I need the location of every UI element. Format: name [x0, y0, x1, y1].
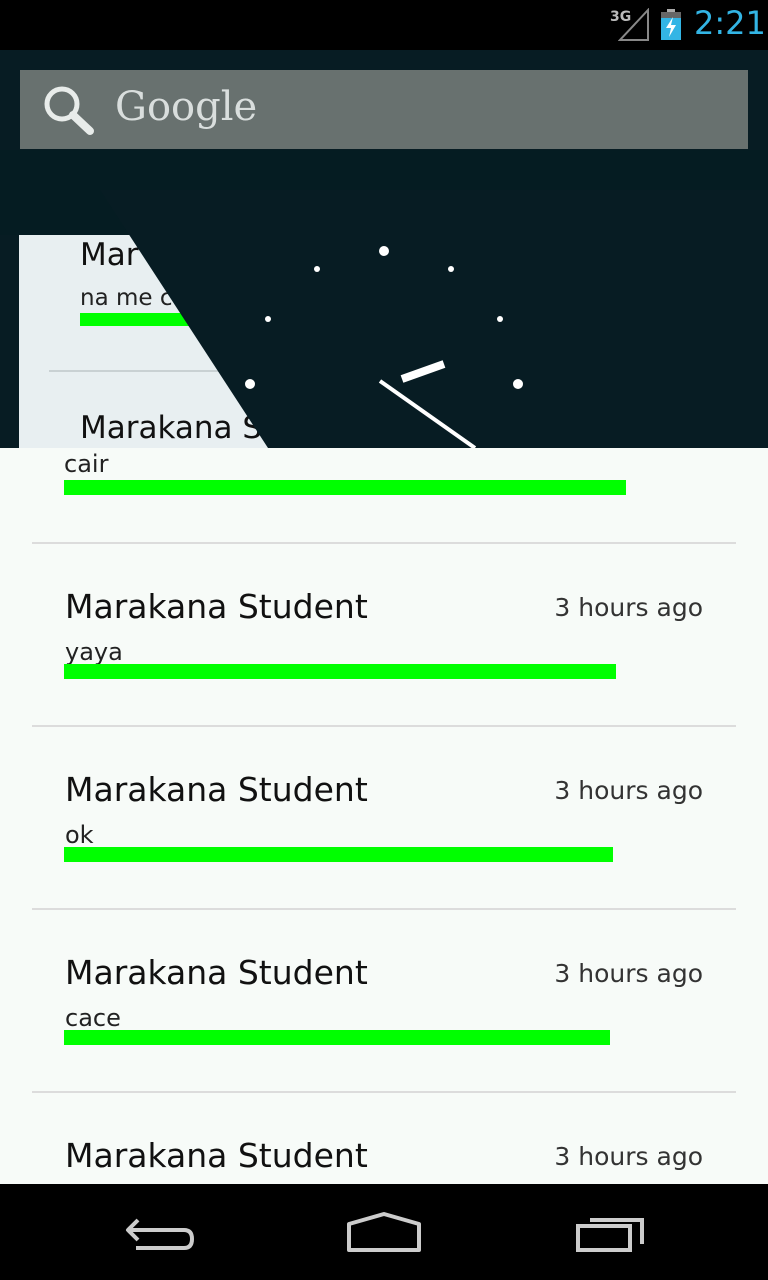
- battery-charging-icon: [661, 9, 681, 40]
- list-item-name: Marakana Student: [65, 770, 368, 809]
- list-item-time: 3 hours ago: [554, 593, 703, 622]
- list-item-time: 3 hours ago: [554, 959, 703, 988]
- list-item-time: 3 hours ago: [554, 1142, 703, 1171]
- home-icon[interactable]: [329, 1202, 439, 1262]
- list-item-message: cace: [65, 1004, 121, 1032]
- list-divider: [32, 908, 736, 910]
- list-item-bar: [64, 847, 613, 862]
- list-divider: [32, 542, 736, 544]
- status-list[interactable]: cair Marakana Student 3 hours ago yaya M…: [0, 448, 768, 1184]
- list-item[interactable]: Marakana Student 3 hours ago cace: [32, 911, 736, 1094]
- signal-icon: [618, 8, 649, 41]
- navigation-bar: [0, 1184, 768, 1280]
- status-time: 2:21: [694, 4, 766, 42]
- list-item-name: Marakana Student: [65, 953, 368, 992]
- back-icon[interactable]: [104, 1202, 214, 1262]
- list-item-time: 3 hours ago: [554, 776, 703, 805]
- list-item-message: cair: [64, 450, 109, 478]
- status-bar: 3G 2:21: [0, 0, 768, 50]
- list-item[interactable]: Marakana Student 3 hours ago ok: [32, 728, 736, 911]
- recent-apps-icon[interactable]: [560, 1202, 670, 1262]
- list-item-bar: [64, 1030, 610, 1045]
- analog-clock-widget: [100, 190, 768, 448]
- list-item-bar: [64, 480, 626, 495]
- list-item[interactable]: Marakana Student 3 hours ago yaya: [32, 545, 736, 728]
- list-item-name: Marakana Student: [65, 1136, 368, 1175]
- list-item-bar: [64, 664, 616, 679]
- list-item-name: Marakana Student: [65, 587, 368, 626]
- list-divider: [32, 1091, 736, 1093]
- list-item-message: ok: [65, 821, 94, 849]
- home-screen-background: Google Mar na me c Marakana S: [0, 50, 768, 448]
- list-item[interactable]: Marakana Student 3 hours ago: [32, 1094, 736, 1184]
- list-item-message: yaya: [65, 638, 123, 666]
- list-divider: [32, 725, 736, 727]
